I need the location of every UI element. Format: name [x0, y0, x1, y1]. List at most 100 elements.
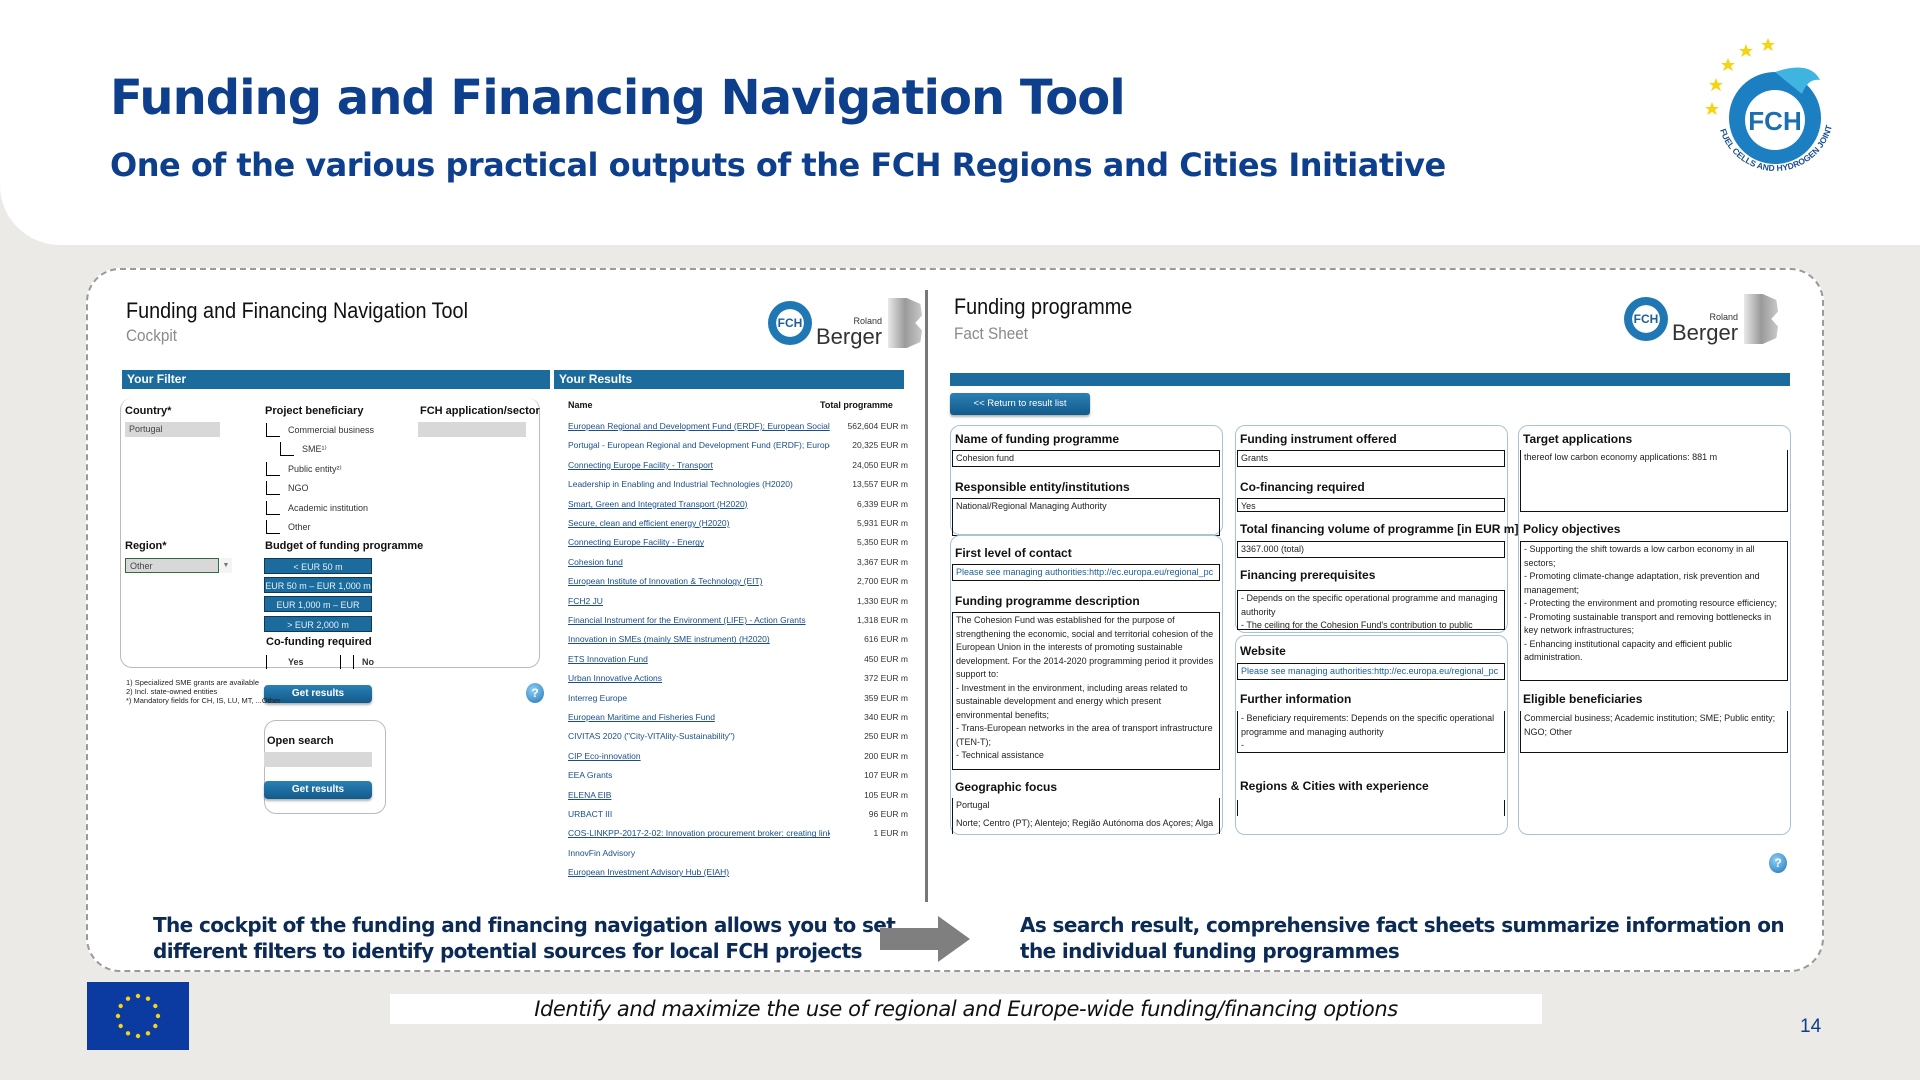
contact-label: First level of contact [955, 546, 1072, 560]
result-total: 359 EUR m [864, 692, 908, 703]
cofunding-yes[interactable]: Yes [266, 655, 304, 669]
result-name-link[interactable]: Connecting Europe Facility - Transport [568, 460, 830, 479]
result-row[interactable]: CIVITAS 2020 ("City-VITAlity-Sustainabil… [568, 731, 908, 750]
slide-title: Funding and Financing Navigation Tool [110, 70, 1126, 126]
result-name-link[interactable]: Portugal - European Regional and Develop… [568, 440, 830, 459]
result-row[interactable]: FCH2 JU 1,330 EUR m [568, 596, 908, 615]
result-row[interactable]: Smart, Green and Integrated Transport (H… [568, 499, 908, 518]
budget-option[interactable]: < EUR 50 m [264, 558, 372, 574]
result-row[interactable]: ELENA EIB 105 EUR m [568, 790, 908, 809]
eligible-label: Eligible beneficiaries [1523, 692, 1643, 706]
region-label: Region* [125, 540, 167, 552]
eu-star-icon [125, 996, 131, 1001]
result-row[interactable]: Interreg Europe 359 EUR m [568, 693, 908, 712]
result-name-link[interactable]: URBACT III [568, 809, 830, 828]
country-select[interactable]: Portugal [125, 422, 220, 437]
result-row[interactable]: Connecting Europe Facility - Transport 24… [568, 460, 908, 479]
result-row[interactable]: Leadership in Enabling and Industrial Te… [568, 479, 908, 498]
result-total: 200 EUR m [864, 750, 908, 761]
cofunding-no[interactable]: No [340, 655, 374, 669]
result-total: 20,325 EUR m [852, 440, 908, 451]
beneficiary-checkbox[interactable]: Commercial business [266, 423, 374, 437]
result-name-link[interactable]: Innovation in SMEs (mainly SME instrumen… [568, 634, 830, 653]
result-row[interactable]: Innovation in SMEs (mainly SME instrumen… [568, 634, 908, 653]
checkbox-icon [266, 462, 280, 476]
volume-value: 3367.000 (total) [1237, 541, 1505, 558]
result-total: 5,350 EUR m [856, 537, 908, 548]
entity-value: National/Regional Managing Authority [952, 498, 1220, 536]
result-name-link[interactable]: European Maritime and Fisheries Fund [568, 712, 830, 731]
fch-logo-icon: FCH [768, 301, 812, 345]
result-name-link[interactable]: Smart, Green and Integrated Transport (H… [568, 499, 830, 518]
result-row[interactable]: EEA Grants 107 EUR m [568, 770, 908, 789]
result-row[interactable]: European Investment Advisory Hub (EIAH) [568, 867, 908, 886]
result-name-link[interactable]: EEA Grants [568, 770, 830, 789]
result-row[interactable]: European Institute of Innovation & Techn… [568, 576, 908, 595]
result-name-link[interactable]: European Investment Advisory Hub (EIAH) [568, 867, 830, 886]
help-icon[interactable]: ? [1769, 853, 1787, 873]
contact-link[interactable]: Please see managing authorities:http://e… [952, 564, 1220, 581]
return-to-result-list-button[interactable]: << Return to result list [950, 393, 1090, 415]
beneficiary-checkbox[interactable]: Other [266, 520, 311, 534]
prereq-label: Financing prerequisites [1240, 568, 1376, 582]
budget-option[interactable]: EUR 50 m – EUR 1,000 m [264, 577, 372, 593]
result-name-link[interactable]: Connecting Europe Facility - Energy [568, 537, 830, 556]
beneficiary-checkbox[interactable]: NGO [266, 481, 309, 495]
result-name-link[interactable]: Secure, clean and efficient energy (H202… [568, 518, 830, 537]
result-name-link[interactable]: Interreg Europe [568, 693, 830, 712]
result-row[interactable]: Secure, clean and efficient energy (H202… [568, 518, 908, 537]
result-total: 450 EUR m [864, 653, 908, 664]
result-name-link[interactable]: Cohesion fund [568, 557, 830, 576]
open-search-input[interactable] [264, 752, 372, 767]
eu-star-icon [145, 996, 151, 1001]
result-name-link[interactable]: European Regional and Development Fund (… [568, 421, 830, 440]
result-row[interactable]: Urban Innovative Actions 372 EUR m [568, 673, 908, 692]
budget-option[interactable]: > EUR 2,000 m [264, 616, 372, 632]
eu-star-icon [135, 993, 141, 999]
beneficiary-checkbox[interactable]: SME¹⁾ [280, 442, 327, 456]
result-total: 1 EUR m [873, 828, 908, 839]
result-row[interactable]: Financial Instrument for the Environment… [568, 615, 908, 634]
result-name-link[interactable]: ELENA EIB [568, 790, 830, 809]
chevron-down-icon[interactable]: ▼ [220, 558, 232, 573]
region-select[interactable]: Other [125, 558, 219, 573]
result-name-link[interactable]: FCH2 JU [568, 596, 830, 615]
result-name-link[interactable]: Leadership in Enabling and Industrial Te… [568, 479, 830, 498]
policy-label: Policy objectives [1523, 522, 1621, 536]
result-row[interactable]: ETS Innovation Fund 450 EUR m [568, 654, 908, 673]
factsheet-title: Funding programme [954, 294, 1133, 319]
result-row[interactable]: URBACT III 96 EUR m [568, 809, 908, 828]
website-label: Website [1240, 644, 1286, 658]
result-row[interactable]: Portugal - European Regional and Develop… [568, 440, 908, 459]
open-search-label: Open search [267, 735, 334, 747]
beneficiary-checkbox[interactable]: Academic institution [266, 501, 368, 515]
result-name-link[interactable]: European Institute of Innovation & Techn… [568, 576, 830, 595]
result-name-link[interactable]: CIVITAS 2020 ("City-VITAlity-Sustainabil… [568, 731, 830, 750]
result-name-link[interactable]: Financial Instrument for the Environment… [568, 615, 830, 634]
result-name-link[interactable]: InnovFin Advisory [568, 848, 830, 867]
result-row[interactable]: Connecting Europe Facility - Energy 5,350… [568, 537, 908, 556]
result-row[interactable]: InnovFin Advisory [568, 848, 908, 867]
beneficiary-checkbox[interactable]: Public entity²⁾ [266, 462, 342, 476]
result-name-link[interactable]: ETS Innovation Fund [568, 654, 830, 673]
help-icon[interactable]: ? [526, 683, 544, 703]
slide-subtitle: One of the various practical outputs of … [110, 146, 1446, 184]
result-row[interactable]: European Regional and Development Fund (… [568, 421, 908, 440]
footnotes: 1) Specialized SME grants are available … [126, 678, 281, 705]
budget-option[interactable]: EUR 1,000 m – EUR 2,000 m [264, 596, 372, 626]
result-total: 372 EUR m [864, 673, 908, 684]
result-name-link[interactable]: CIP Eco-innovation [568, 751, 830, 770]
result-name-link[interactable]: Urban Innovative Actions [568, 673, 830, 692]
website-link[interactable]: Please see managing authorities:http://e… [1237, 663, 1505, 680]
result-name-link[interactable]: COS-LINKPP-2017-2-02: Innovation procure… [568, 828, 830, 847]
result-row[interactable]: CIP Eco-innovation 200 EUR m [568, 751, 908, 770]
open-search-get-results-button[interactable]: Get results [264, 781, 372, 799]
eu-star-icon [125, 1031, 131, 1036]
result-row[interactable]: Cohesion fund 3,367 EUR m [568, 557, 908, 576]
sector-select[interactable] [418, 422, 526, 437]
result-row[interactable]: COS-LINKPP-2017-2-02: Innovation procure… [568, 828, 908, 847]
result-row[interactable]: European Maritime and Fisheries Fund 340 … [568, 712, 908, 731]
cockpit-screenshot: Funding and Financing Navigation Tool Co… [120, 290, 923, 890]
checkbox-icon [280, 442, 294, 456]
cofunding-label: Co-funding required [266, 636, 372, 648]
